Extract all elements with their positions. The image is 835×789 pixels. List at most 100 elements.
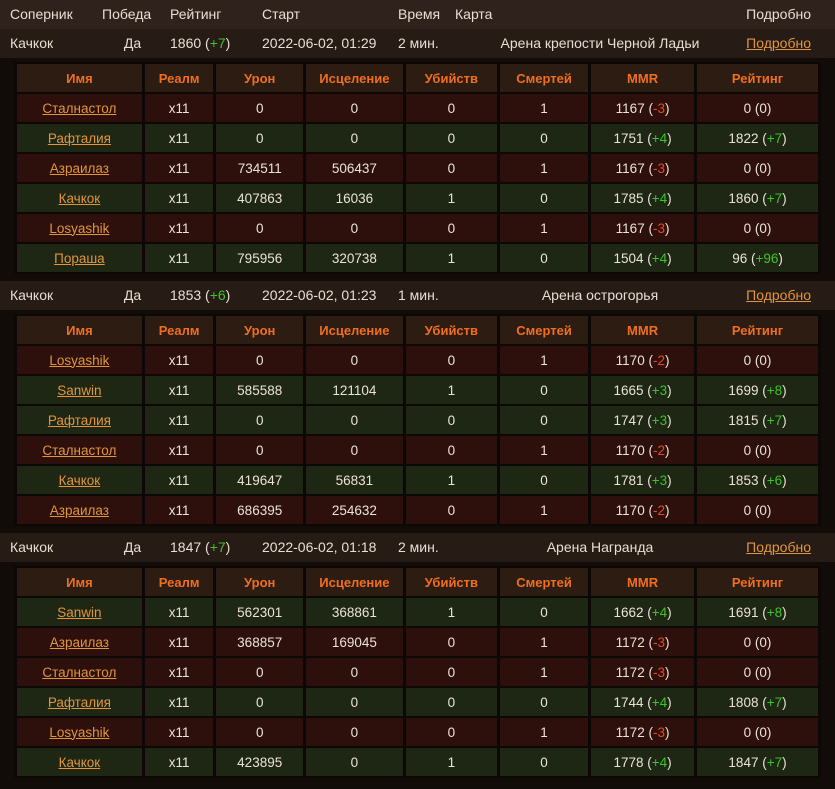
player-name-cell: Рафталия: [17, 406, 142, 434]
player-name-link[interactable]: Качкок: [59, 755, 101, 770]
match-summary-row: КачкокДа1847 (+7)2022-06-02, 01:182 мин.…: [0, 533, 835, 562]
delta-value: 0: [759, 635, 767, 650]
player-name-cell: Азраилаз: [17, 628, 142, 656]
player-mmr: 1751 (+4): [591, 124, 694, 152]
player-row: Азраилазx11368857169045011172 (-3)0 (0): [17, 628, 818, 656]
player-damage: 407863: [216, 184, 303, 212]
player-rating: 1853 (+6): [697, 466, 818, 494]
player-name-link[interactable]: Качкок: [59, 473, 101, 488]
player-healing: 368861: [306, 598, 403, 626]
player-name-link[interactable]: Сталнастол: [42, 101, 116, 116]
player-row: Качкокx114238950101778 (+4)1847 (+7): [17, 748, 818, 776]
player-name-link[interactable]: Sanwin: [57, 383, 101, 398]
col-header-damage: Урон: [216, 568, 303, 596]
player-realm: x11: [145, 658, 214, 686]
player-name-link[interactable]: Качкок: [59, 191, 101, 206]
delta-value: -2: [653, 353, 665, 368]
player-name-link[interactable]: Азраилаз: [50, 503, 109, 518]
player-row: Азраилазx11734511506437011167 (-3)0 (0): [17, 154, 818, 182]
player-healing: 0: [306, 406, 403, 434]
player-realm: x11: [145, 346, 214, 374]
match-start-time: 2022-06-02, 01:18: [262, 533, 398, 562]
player-name-link[interactable]: Азраилаз: [50, 635, 109, 650]
player-healing: 254632: [306, 496, 403, 524]
player-deaths: 1: [500, 94, 588, 122]
player-rating: 1699 (+8): [697, 376, 818, 404]
player-healing: 0: [306, 346, 403, 374]
delta-value: +4: [652, 251, 667, 266]
player-mmr: 1785 (+4): [591, 184, 694, 212]
player-row: Рафталияx1100001751 (+4)1822 (+7): [17, 124, 818, 152]
player-rating: 1815 (+7): [697, 406, 818, 434]
player-realm: x11: [145, 718, 214, 746]
table-header-row: ИмяРеалмУронИсцелениеУбийствСмертейMMRРе…: [17, 64, 818, 92]
col-header-name: Имя: [17, 64, 142, 92]
player-damage: 562301: [216, 598, 303, 626]
player-realm: x11: [145, 214, 214, 242]
match-details-link[interactable]: Подробно: [746, 35, 811, 51]
player-name-cell: Качкок: [17, 184, 142, 212]
player-name-link[interactable]: Азраилаз: [50, 161, 109, 176]
player-deaths: 0: [500, 466, 588, 494]
player-healing: 121104: [306, 376, 403, 404]
delta-value: +4: [652, 755, 667, 770]
player-name-link[interactable]: Losyashik: [49, 725, 109, 740]
player-name-link[interactable]: Sanwin: [57, 605, 101, 620]
delta-value: -3: [653, 101, 665, 116]
player-healing: 0: [306, 94, 403, 122]
player-name-link[interactable]: Рафталия: [48, 131, 111, 146]
match-summary-row: КачкокДа1853 (+6)2022-06-02, 01:231 мин.…: [0, 281, 835, 310]
player-mmr: 1747 (+3): [591, 406, 694, 434]
player-name-link[interactable]: Рафталия: [48, 413, 111, 428]
player-healing: 16036: [306, 184, 403, 212]
player-deaths: 1: [500, 346, 588, 374]
player-name-cell: Сталнастол: [17, 94, 142, 122]
player-name-link[interactable]: Losyashik: [49, 221, 109, 236]
delta-value: -3: [653, 665, 665, 680]
player-name-link[interactable]: Рафталия: [48, 695, 111, 710]
match-players-table: ИмяРеалмУронИсцелениеУбийствСмертейMMRРе…: [14, 62, 821, 274]
player-mmr: 1167 (-3): [591, 94, 694, 122]
col-header-kills: Убийств: [406, 64, 497, 92]
player-name-link[interactable]: Сталнастол: [42, 443, 116, 458]
delta-value: -3: [653, 161, 665, 176]
player-name-link[interactable]: Сталнастол: [42, 665, 116, 680]
delta-value: +4: [652, 605, 667, 620]
match-details-link[interactable]: Подробно: [746, 287, 811, 303]
match-details-link[interactable]: Подробно: [746, 539, 811, 555]
delta-value: -3: [653, 725, 665, 740]
delta-value: -3: [653, 221, 665, 236]
player-kills: 1: [406, 244, 497, 272]
player-kills: 0: [406, 658, 497, 686]
details-cell: Подробно: [745, 281, 835, 310]
list-header-start: Старт: [262, 0, 398, 29]
col-header-deaths: Смертей: [500, 316, 588, 344]
delta-value: 0: [759, 665, 767, 680]
col-header-damage: Урон: [216, 64, 303, 92]
col-header-name: Имя: [17, 316, 142, 344]
player-name-link[interactable]: Пораша: [54, 251, 105, 266]
player-kills: 0: [406, 94, 497, 122]
col-header-rating: Рейтинг: [697, 64, 818, 92]
player-mmr: 1170 (-2): [591, 346, 694, 374]
list-header-time: Время: [398, 0, 455, 29]
player-name-link[interactable]: Losyashik: [49, 353, 109, 368]
player-rating: 0 (0): [697, 718, 818, 746]
player-rating: 1822 (+7): [697, 124, 818, 152]
player-mmr: 1662 (+4): [591, 598, 694, 626]
player-row: Качкокx1141964756831101781 (+3)1853 (+6): [17, 466, 818, 494]
col-header-name: Имя: [17, 568, 142, 596]
player-rating: 1691 (+8): [697, 598, 818, 626]
player-deaths: 0: [500, 124, 588, 152]
delta-value: +8: [767, 383, 782, 398]
player-kills: 1: [406, 748, 497, 776]
player-name-cell: Losyashik: [17, 346, 142, 374]
player-healing: 506437: [306, 154, 403, 182]
player-mmr: 1781 (+3): [591, 466, 694, 494]
list-header-details: Подробно: [745, 0, 835, 29]
player-kills: 0: [406, 436, 497, 464]
player-healing: 0: [306, 124, 403, 152]
player-deaths: 1: [500, 214, 588, 242]
player-deaths: 1: [500, 628, 588, 656]
delta-value: +7: [210, 35, 226, 51]
